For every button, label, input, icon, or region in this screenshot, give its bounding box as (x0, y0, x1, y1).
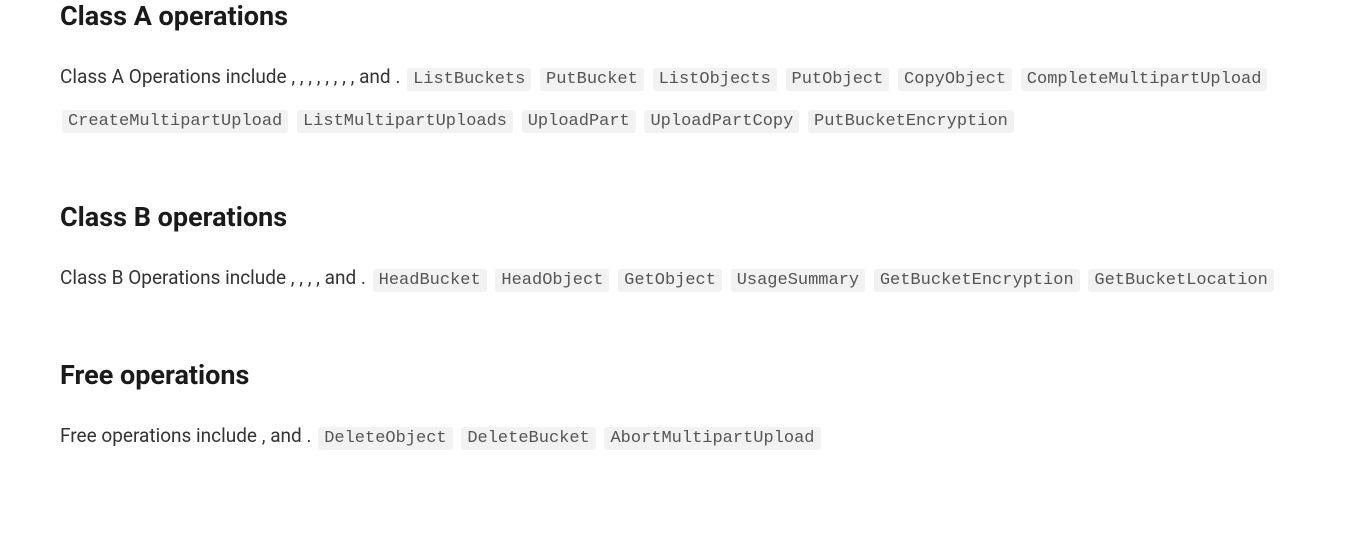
section-class-b: Class B operations Class B Operations in… (60, 201, 1289, 299)
joiner: , (299, 266, 303, 289)
op-code: CopyObject (898, 68, 1012, 91)
op-code: UploadPart (522, 110, 636, 133)
terminator: . (395, 65, 400, 88)
last-joiner: and (270, 424, 302, 447)
terminator: . (361, 266, 366, 289)
heading-class-b: Class B operations (60, 201, 1289, 233)
section-free: Free operations Free operations include … (60, 359, 1289, 457)
heading-free: Free operations (60, 359, 1289, 391)
op-code: HeadBucket (373, 269, 487, 292)
joiner: , (325, 65, 329, 88)
op-code: CompleteMultipartUpload (1021, 68, 1268, 91)
op-code: DeleteBucket (461, 427, 595, 450)
op-code: CreateMultipartUpload (62, 110, 288, 133)
joiner: , (342, 65, 346, 88)
last-joiner: and (359, 65, 391, 88)
intro-text: Class B Operations include (60, 266, 286, 289)
op-code: PutBucketEncryption (808, 110, 1014, 133)
joiner: , (291, 65, 295, 88)
last-joiner: and (325, 266, 357, 289)
op-code: GetBucketEncryption (874, 269, 1080, 292)
op-code: ListObjects (653, 68, 777, 91)
op-code: AbortMultipartUpload (604, 427, 820, 450)
paragraph-class-a: Class A Operations include , , , , , , ,… (60, 56, 1289, 141)
op-code: GetObject (618, 269, 722, 292)
paragraph-class-b: Class B Operations include , , , , and .… (60, 257, 1289, 299)
paragraph-free: Free operations include , and . DeleteOb… (60, 415, 1289, 457)
joiner: , (308, 65, 312, 88)
heading-class-a: Class A operations (60, 0, 1289, 32)
joiner: , (262, 424, 266, 447)
joiner: , (300, 65, 304, 88)
section-class-a: Class A operations Class A Operations in… (60, 0, 1289, 141)
terminator: . (306, 424, 311, 447)
op-code: PutObject (786, 68, 890, 91)
op-code: GetBucketLocation (1088, 269, 1273, 292)
op-code: PutBucket (540, 68, 644, 91)
joiner: , (308, 266, 312, 289)
joiner: , (316, 266, 320, 289)
op-code: ListBuckets (407, 68, 531, 91)
op-code: UsageSummary (731, 269, 865, 292)
op-code: HeadObject (495, 269, 609, 292)
intro-text: Class A Operations include (60, 65, 287, 88)
op-code: ListMultipartUploads (297, 110, 513, 133)
op-code: UploadPartCopy (644, 110, 799, 133)
intro-text: Free operations include (60, 424, 257, 447)
joiner: , (291, 266, 295, 289)
joiner: , (334, 65, 338, 88)
op-code: DeleteObject (318, 427, 452, 450)
joiner: , (351, 65, 355, 88)
joiner: , (317, 65, 321, 88)
